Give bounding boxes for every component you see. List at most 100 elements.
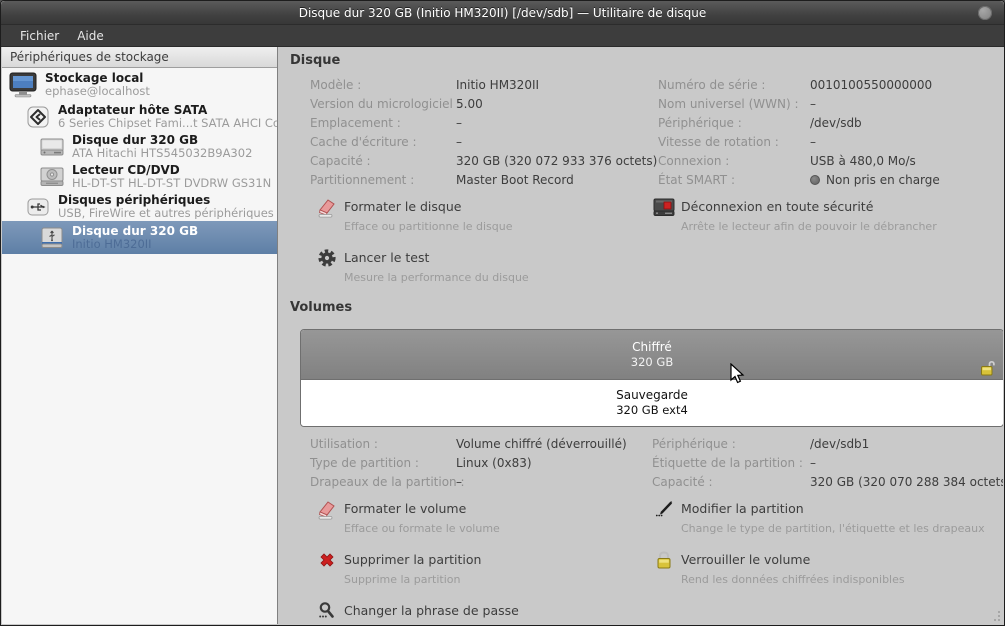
window-control-button[interactable] (978, 6, 992, 20)
button-subtitle: Efface ou partitionne le disque (344, 220, 513, 233)
field-value-location: – (456, 114, 658, 133)
field-value-device: /dev/sdb (810, 114, 993, 133)
format-disk-button[interactable]: Formater le disque Efface ou partitionne… (316, 196, 653, 234)
field-value-rotation: – (810, 133, 993, 152)
sidebar-item-local-storage[interactable]: Stockage local ephase@localhost (2, 68, 277, 101)
device-subtitle: ephase@localhost (45, 85, 150, 98)
field-label: Utilisation : (310, 435, 456, 454)
sata-adapter-icon (26, 105, 50, 129)
volume-map: Chiffré 320 GB Sauvegarde 320 GB ext4 (300, 329, 1003, 427)
filesystem-volume-segment[interactable]: Sauvegarde 320 GB ext4 (301, 380, 1003, 426)
button-title: Modifier la partition (681, 501, 804, 516)
delete-x-icon (316, 549, 338, 571)
volumes-section-title: Volumes (290, 300, 993, 315)
field-label: Numéro de série : (658, 76, 810, 95)
field-label: Partitionnement : (310, 171, 456, 190)
delete-partition-button[interactable]: Supprimer la partition Supprime la parti… (316, 549, 653, 587)
hard-disk-icon (40, 137, 64, 157)
button-subtitle: Change le type de partition, l'étiquette… (681, 522, 985, 535)
button-title: Lancer le test (344, 250, 429, 265)
device-title: Lecteur CD/DVD (72, 164, 271, 177)
field-label: Capacité : (310, 152, 456, 171)
encrypted-volume-label: Chiffré (632, 340, 672, 355)
field-label: Drapeaux de la partition : (310, 473, 456, 492)
button-title: Supprimer la partition (344, 552, 481, 567)
device-title: Adaptateur hôte SATA (58, 104, 277, 117)
field-label: Vitesse de rotation : (658, 133, 810, 152)
field-value-connection: USB à 480,0 Mo/s (810, 152, 993, 171)
button-title: Déconnexion en toute sécurité (681, 199, 873, 214)
disk-fields: Modèle : Initio HM320II Numéro de série … (310, 76, 993, 190)
device-subtitle: HL-DT-ST HL-DT-ST DVDRW GS31N (72, 177, 271, 190)
lock-closed-icon (653, 549, 675, 571)
main-panel: Disque Modèle : Initio HM320II Numéro de… (278, 47, 1003, 624)
device-title: Disque dur 320 GB (72, 134, 252, 147)
format-volume-button[interactable]: Formater le volume Efface ou formate le … (316, 498, 653, 536)
field-value-serial: 0010100550000000 (810, 76, 993, 95)
device-subtitle: Initio HM320II (72, 238, 198, 251)
button-subtitle: Arrête le lecteur afin de pouvoir le déb… (681, 220, 937, 233)
button-subtitle: Rend les données chiffrées indisponibles (681, 573, 905, 586)
disk-utility-window: Disque dur 320 GB (Initio HM320II) [/dev… (0, 0, 1005, 626)
encrypted-volume-segment[interactable]: Chiffré 320 GB (301, 330, 1003, 380)
field-value-partition-flags: – (456, 473, 652, 492)
sidebar-item-sata-host-adapter[interactable]: Adaptateur hôte SATA 6 Series Chipset Fa… (2, 101, 277, 131)
safe-remove-drive-icon (653, 196, 675, 218)
window-title: Disque dur 320 GB (Initio HM320II) [/dev… (299, 6, 707, 20)
field-value-capacity: 320 GB (320 072 933 376 octets) (456, 152, 658, 171)
usb-icon (26, 196, 50, 218)
device-title: Disques périphériques (58, 194, 274, 207)
field-label: Version du micrologiciel : (310, 95, 456, 114)
menu-help[interactable]: Aide (68, 27, 113, 45)
change-passphrase-button[interactable]: Changer la phrase de passe Changer la ph… (316, 600, 653, 624)
eraser-icon (316, 196, 338, 218)
button-title: Formater le disque (344, 199, 461, 214)
button-subtitle: Mesure la performance du disque (344, 271, 529, 284)
field-label: Modèle : (310, 76, 456, 95)
sidebar-item-internal-hard-disk[interactable]: Disque dur 320 GB ATA Hitachi HTS545032B… (2, 131, 277, 161)
usb-drive-icon (40, 227, 64, 249)
volume-fields: Utilisation : Volume chiffré (déverrouil… (310, 435, 993, 492)
field-label: Étiquette de la partition : (652, 454, 810, 473)
button-title: Verrouiller le volume (681, 552, 810, 567)
filesystem-label: Sauvegarde (616, 388, 688, 403)
button-subtitle: Supprime la partition (344, 573, 460, 586)
resize-grip[interactable] (989, 610, 1001, 622)
field-value-model: Initio HM320II (456, 76, 658, 95)
field-label: Périphérique : (652, 435, 810, 454)
menubar: Fichier Aide (1, 25, 1004, 47)
disk-section-title: Disque (290, 53, 993, 68)
field-value-partitioning: Master Boot Record (456, 171, 658, 190)
computer-icon (9, 72, 37, 98)
field-value-write-cache: – (456, 133, 658, 152)
button-title: Changer la phrase de passe (344, 603, 519, 618)
sidebar-item-peripheral-devices[interactable]: Disques périphériques USB, FireWire et a… (2, 191, 277, 221)
sidebar-storage-devices: Périphériques de stockage Stockage local… (2, 47, 278, 624)
field-value-wwn: – (810, 95, 993, 114)
smart-status-text: Non pris en charge (826, 173, 940, 187)
sidebar-header: Périphériques de stockage (2, 47, 277, 68)
disk-actions: Formater le disque Efface ou partitionne… (316, 196, 993, 298)
filesystem-size: 320 GB ext4 (616, 403, 688, 417)
sidebar-item-cd-dvd-drive[interactable]: Lecteur CD/DVD HL-DT-ST HL-DT-ST DVDRW G… (2, 161, 277, 191)
benchmark-button[interactable]: Lancer le test Mesure la performance du … (316, 247, 653, 285)
field-label: Type de partition : (310, 454, 456, 473)
titlebar[interactable]: Disque dur 320 GB (Initio HM320II) [/dev… (1, 1, 1004, 25)
edit-partition-button[interactable]: Modifier la partition Change le type de … (653, 498, 993, 536)
safe-removal-button[interactable]: Déconnexion en toute sécurité Arrête le … (653, 196, 993, 234)
field-value-partition-device: /dev/sdb1 (810, 435, 1003, 454)
field-label: Nom universel (WWN) : (658, 95, 810, 114)
sidebar-item-usb-hard-disk-selected[interactable]: Disque dur 320 GB Initio HM320II (2, 221, 277, 254)
encrypted-volume-size: 320 GB (631, 355, 673, 369)
mouse-cursor (729, 363, 746, 385)
menu-file[interactable]: Fichier (11, 27, 68, 45)
device-subtitle: 6 Series Chipset Fami...t SATA AHCI Cont… (58, 117, 277, 130)
key-icon (316, 600, 338, 622)
button-title: Formater le volume (344, 501, 466, 516)
lock-volume-button[interactable]: Verrouiller le volume Rend les données c… (653, 549, 993, 587)
field-value-partition-label: – (810, 454, 1003, 473)
field-label: Capacité : (652, 473, 810, 492)
pencil-icon (653, 498, 675, 520)
device-subtitle: USB, FireWire et autres périphériques (58, 207, 274, 220)
field-label: Emplacement : (310, 114, 456, 133)
